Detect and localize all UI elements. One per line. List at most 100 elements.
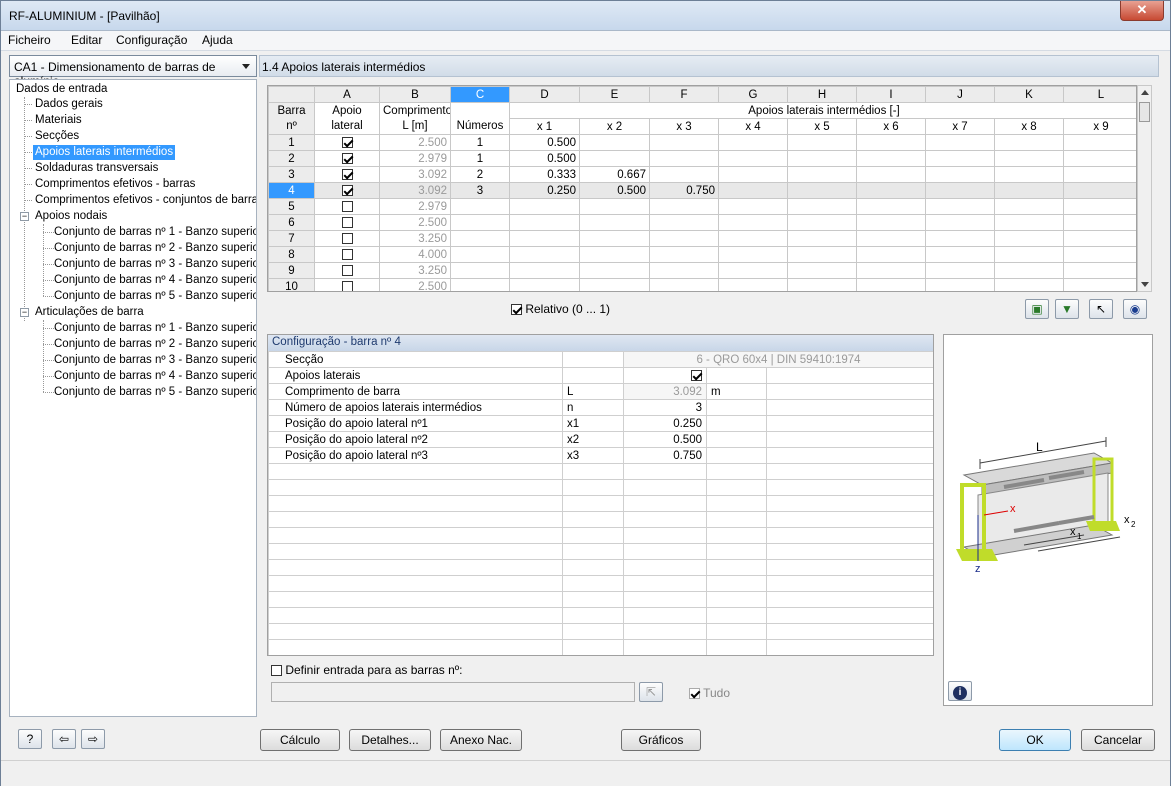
pick-button[interactable]: ↖: [1089, 299, 1113, 319]
x-cell[interactable]: [787, 134, 857, 151]
x-cell[interactable]: [925, 214, 995, 231]
numeros-cell[interactable]: [450, 198, 510, 215]
x-cell[interactable]: [787, 214, 857, 231]
x-cell[interactable]: [1063, 150, 1136, 167]
apoio-cell[interactable]: [314, 214, 380, 231]
x-cell[interactable]: [1063, 246, 1136, 263]
table-row[interactable]: 4 3.092 3 0.250 0.500 0.750: [268, 182, 1136, 199]
x-cell[interactable]: [649, 150, 719, 167]
numeros-cell[interactable]: [450, 214, 510, 231]
apoio-cell[interactable]: [314, 262, 380, 279]
x-cell[interactable]: [718, 166, 788, 183]
apoio-cell[interactable]: [314, 246, 380, 263]
row-number[interactable]: 3: [268, 166, 315, 183]
x-cell[interactable]: [579, 134, 650, 151]
apoio-check-icon[interactable]: [341, 136, 353, 148]
x-cell[interactable]: [579, 246, 650, 263]
x-cell[interactable]: [509, 262, 580, 279]
tree-item-soldaduras[interactable]: Soldaduras transversais: [35, 161, 158, 176]
x-cell[interactable]: [649, 262, 719, 279]
apoio-cell[interactable]: [314, 230, 380, 247]
apoio-check-icon[interactable]: [341, 280, 353, 291]
tree-item-nodal-4[interactable]: Conjunto de barras nº 4 - Banzo superior: [54, 273, 256, 288]
numeros-cell[interactable]: 3: [450, 182, 510, 199]
x-cell[interactable]: [856, 182, 926, 199]
x-cell[interactable]: [925, 230, 995, 247]
x-cell[interactable]: [579, 230, 650, 247]
tree-item-hinge-4[interactable]: Conjunto de barras nº 4 - Banzo superior: [54, 369, 256, 384]
x-cell[interactable]: [787, 246, 857, 263]
tree-item-hinge-2[interactable]: Conjunto de barras nº 2 - Banzo superior: [54, 337, 256, 352]
numeros-cell[interactable]: [450, 262, 510, 279]
row-number[interactable]: 10: [268, 278, 315, 291]
row-number[interactable]: 5: [268, 198, 315, 215]
scroll-up-icon[interactable]: [1141, 90, 1149, 95]
cancelar-button[interactable]: Cancelar: [1081, 729, 1155, 751]
apoio-check-icon[interactable]: [341, 152, 353, 164]
x-cell[interactable]: [994, 246, 1064, 263]
x-cell[interactable]: [925, 278, 995, 291]
nav-left-button[interactable]: ⇦: [52, 729, 76, 749]
x-cell[interactable]: [1063, 214, 1136, 231]
table-row[interactable]: 6 2.500: [268, 214, 1136, 231]
numeros-cell[interactable]: 1: [450, 150, 510, 167]
row-number[interactable]: 6: [268, 214, 315, 231]
menu-ficheiro[interactable]: Ficheiro: [8, 33, 51, 47]
define-for-check-icon[interactable]: [271, 665, 282, 677]
x-cell[interactable]: [649, 230, 719, 247]
config-value[interactable]: 0.750: [623, 447, 707, 464]
x-cell[interactable]: [718, 134, 788, 151]
relativo-check-icon[interactable]: [511, 304, 522, 316]
config-value[interactable]: [623, 367, 707, 384]
x-cell[interactable]: [649, 278, 719, 291]
bars-input[interactable]: [271, 682, 635, 702]
tree-item-hinge-5[interactable]: Conjunto de barras nº 5 - Banzo superior: [54, 385, 256, 400]
tudo-check-icon[interactable]: [689, 688, 700, 700]
tree-item-seccoes[interactable]: Secções: [35, 129, 79, 144]
x-cell[interactable]: 0.500: [509, 150, 580, 167]
x-cell[interactable]: [925, 182, 995, 199]
apoio-cell[interactable]: [314, 166, 380, 183]
x-cell[interactable]: [1063, 278, 1136, 291]
tree-item-comp-barras[interactable]: Comprimentos efetivos - barras: [35, 177, 195, 192]
define-for-checkbox[interactable]: Definir entrada para as barras nº:: [271, 663, 462, 677]
apoio-cell[interactable]: [314, 182, 380, 199]
x-cell[interactable]: [994, 182, 1064, 199]
x-cell[interactable]: [787, 166, 857, 183]
tree-item-nodal-5[interactable]: Conjunto de barras nº 5 - Banzo superior: [54, 289, 256, 304]
x-cell[interactable]: [994, 150, 1064, 167]
apoio-check-icon[interactable]: [341, 248, 353, 260]
x-cell[interactable]: [925, 150, 995, 167]
x-cell[interactable]: [856, 166, 926, 183]
tree-item-nodal-3[interactable]: Conjunto de barras nº 3 - Banzo superior: [54, 257, 256, 272]
x-cell[interactable]: [787, 198, 857, 215]
numeros-cell[interactable]: 2: [450, 166, 510, 183]
x-cell[interactable]: [994, 134, 1064, 151]
x-cell[interactable]: [787, 278, 857, 291]
tree-item-apoios-nodais[interactable]: Apoios nodais: [35, 209, 107, 224]
x-cell[interactable]: [994, 278, 1064, 291]
table-row[interactable]: 8 4.000: [268, 246, 1136, 263]
apoio-check-icon[interactable]: [341, 216, 353, 228]
tree-root[interactable]: Dados de entrada: [16, 82, 107, 97]
apoio-cell[interactable]: [314, 278, 380, 291]
x-cell[interactable]: [649, 134, 719, 151]
x-cell[interactable]: [579, 262, 650, 279]
x-cell[interactable]: [856, 134, 926, 151]
table-row[interactable]: 9 3.250: [268, 262, 1136, 279]
row-number[interactable]: 1: [268, 134, 315, 151]
menu-editar[interactable]: Editar: [71, 33, 102, 47]
apoio-check-icon[interactable]: [341, 232, 353, 244]
x-cell[interactable]: [994, 214, 1064, 231]
tree-item-hinge-3[interactable]: Conjunto de barras nº 3 - Banzo superior: [54, 353, 256, 368]
x-cell[interactable]: [1063, 230, 1136, 247]
config-value[interactable]: 0.250: [623, 415, 707, 432]
table-row[interactable]: 10 2.500: [268, 278, 1136, 291]
tree-item-apoios-laterais[interactable]: Apoios laterais intermédios: [33, 145, 176, 160]
apoio-cell[interactable]: [314, 150, 380, 167]
tree-item-dados-gerais[interactable]: Dados gerais: [35, 97, 103, 112]
x-cell[interactable]: [718, 198, 788, 215]
x-cell[interactable]: [994, 166, 1064, 183]
x-cell[interactable]: [509, 246, 580, 263]
x-cell[interactable]: 0.250: [509, 182, 580, 199]
